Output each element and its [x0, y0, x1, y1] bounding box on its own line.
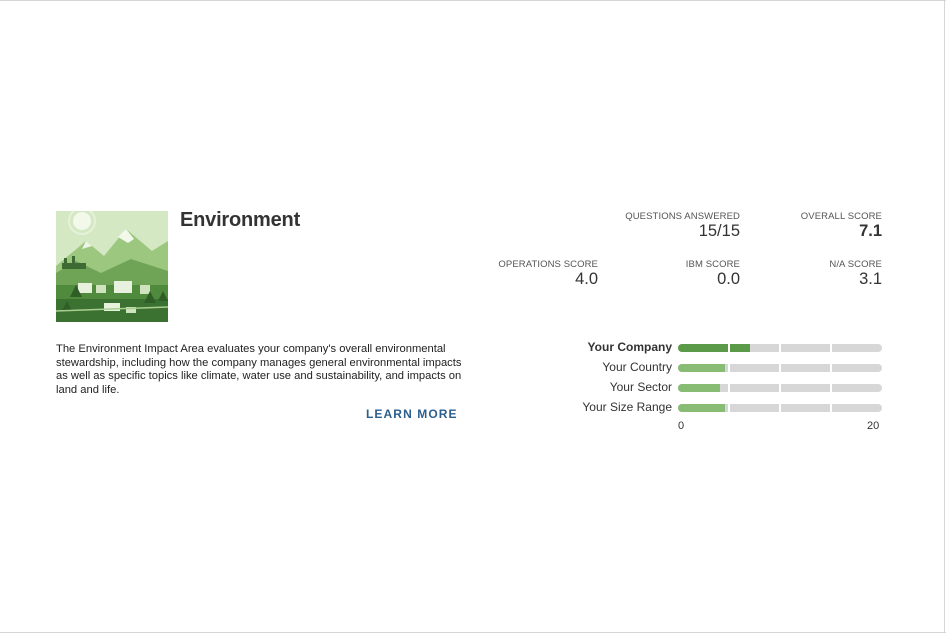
- bar-tick-divider: [728, 344, 730, 352]
- bar-tick-divider: [779, 364, 781, 372]
- bar-tick-divider: [830, 364, 832, 372]
- bar-tick-divider: [830, 384, 832, 392]
- questions-answered-label: QUESTIONS ANSWERED: [625, 211, 740, 222]
- bar-tick-divider: [728, 404, 730, 412]
- operations-score-label: OPERATIONS SCORE: [498, 259, 598, 270]
- questions-answered-stat: QUESTIONS ANSWERED 15/15: [625, 211, 740, 241]
- operations-score-value: 4.0: [575, 270, 598, 288]
- learn-more-link[interactable]: LEARN MORE: [366, 407, 458, 421]
- bar-track-your-country: [678, 364, 882, 372]
- x-axis-max-label: 20: [867, 420, 880, 432]
- ibm-score-stat: IBM SCORE 0.0: [686, 259, 740, 289]
- x-axis-min-label: 0: [678, 420, 685, 432]
- bar-tick-divider: [830, 344, 832, 352]
- overall-score-stat: OVERALL SCORE 7.1: [801, 211, 882, 241]
- bar-your-company: [678, 344, 750, 352]
- bar-your-country: [678, 364, 725, 372]
- ibm-score-label: IBM SCORE: [685, 259, 740, 270]
- na-score-stat: N/A SCORE 3.1: [829, 259, 882, 289]
- card-title: Environment: [180, 209, 301, 231]
- na-score-label: N/A SCORE: [829, 259, 882, 270]
- environment-illustration: [56, 211, 168, 322]
- card-description: The Environment Impact Area evaluates yo…: [56, 343, 462, 396]
- bar-tick-divider: [728, 364, 730, 372]
- operations-score-stat: OPERATIONS SCORE 4.0: [498, 259, 598, 289]
- overall-score-value: 7.1: [859, 222, 882, 240]
- bar-your-sector: [678, 384, 720, 392]
- bar-tick-divider: [779, 344, 781, 352]
- questions-answered-value: 15/15: [698, 222, 740, 240]
- ibm-score-value: 0.0: [717, 270, 740, 288]
- bar-label-your-sector: Your Sector: [609, 380, 672, 394]
- bar-track-your-sector: [678, 384, 882, 392]
- na-score-value: 3.1: [859, 270, 882, 288]
- bar-your-size-range: [678, 404, 725, 412]
- bar-tick-divider: [830, 404, 832, 412]
- bar-track-your-size-range: [678, 404, 882, 412]
- bar-tick-divider: [779, 404, 781, 412]
- bar-tick-divider: [779, 384, 781, 392]
- top-border: [0, 0, 946, 1]
- bar-label-your-size-range: Your Size Range: [582, 400, 672, 414]
- bar-label-your-company: Your Company: [587, 340, 672, 354]
- bar-tick-divider: [728, 384, 730, 392]
- right-border: [944, 0, 945, 633]
- bottom-border: [0, 632, 946, 633]
- bar-label-your-country: Your Country: [602, 360, 672, 374]
- overall-score-label: OVERALL SCORE: [800, 211, 882, 222]
- bar-track-your-company: [678, 344, 882, 352]
